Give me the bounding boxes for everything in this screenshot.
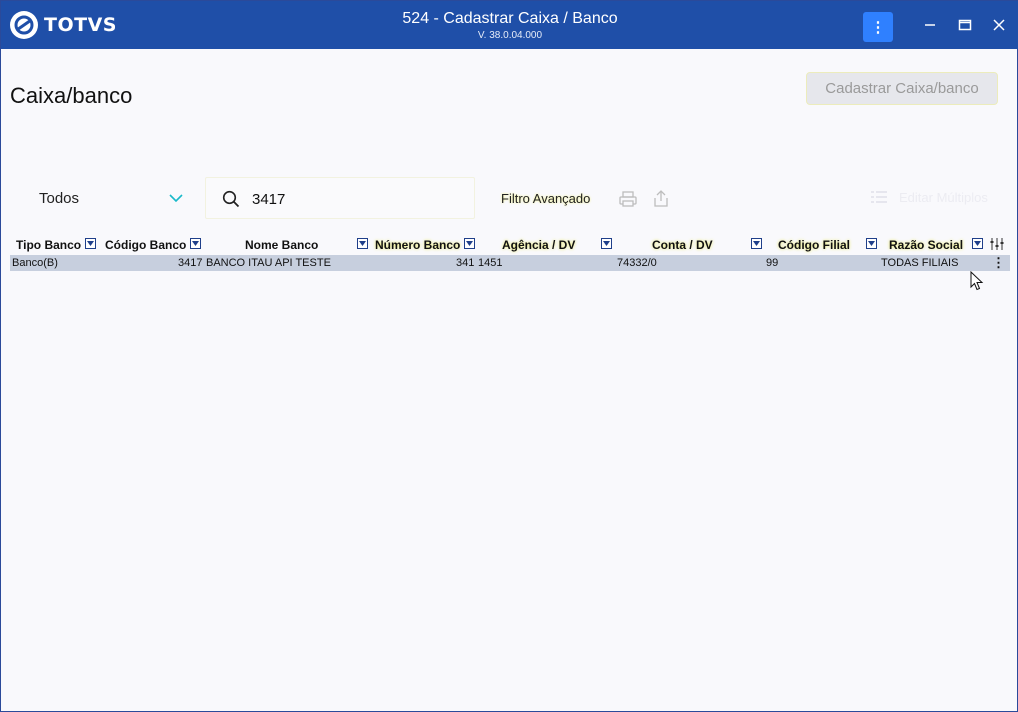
cell-codigo-banco: 3417	[178, 257, 203, 269]
cell-conta-dv: 74332/0	[617, 257, 657, 269]
chevron-down-icon	[169, 194, 183, 203]
filter-icon[interactable]	[85, 238, 96, 249]
cell-agencia-dv: 1451	[478, 257, 503, 269]
filter-icon[interactable]	[972, 238, 983, 249]
export-icon	[654, 190, 668, 207]
table-row[interactable]: Banco(B) 3417 BANCO ITAU API TESTE 341 1…	[10, 255, 1010, 271]
close-button[interactable]	[987, 13, 1011, 37]
status-filter-select[interactable]: Todos	[16, 177, 202, 219]
minimize-button[interactable]	[918, 13, 942, 37]
list-icon	[871, 191, 887, 203]
search-input[interactable]	[252, 188, 452, 210]
status-filter-value: Todos	[39, 189, 80, 207]
page-title: Caixa/banco	[10, 83, 133, 108]
column-header[interactable]: Código Filial	[778, 238, 850, 252]
print-icon	[619, 191, 637, 207]
title-bar: TOTVS 524 - Cadastrar Caixa / Banco V. 3…	[1, 1, 1018, 49]
column-header[interactable]: Número Banco	[375, 238, 460, 252]
search-icon[interactable]	[222, 190, 240, 208]
filter-icon[interactable]	[464, 238, 475, 249]
minimize-icon	[925, 24, 935, 26]
table-header: Tipo Banco Código Banco Nome Banco Númer…	[10, 235, 1010, 255]
column-settings-icon[interactable]	[990, 238, 1004, 250]
export-button[interactable]	[651, 189, 671, 209]
column-header[interactable]: Razão Social	[889, 238, 963, 252]
mouse-cursor-icon	[970, 271, 984, 291]
edit-multiple-label: Editar Múltiplos	[899, 189, 988, 205]
column-header[interactable]: Nome Banco	[245, 238, 318, 252]
kebab-icon: ⋮	[870, 19, 886, 36]
column-header[interactable]: Conta / DV	[652, 238, 713, 252]
cell-tipo-banco: Banco(B)	[12, 257, 58, 269]
column-header[interactable]: Agência / DV	[502, 238, 575, 252]
row-menu-icon[interactable]: ⋮	[992, 256, 1005, 270]
maximize-icon	[958, 19, 972, 31]
close-icon	[993, 19, 1005, 31]
app-menu-button[interactable]: ⋮	[863, 12, 893, 42]
column-header[interactable]: Tipo Banco	[16, 238, 81, 252]
cell-razao-social: TODAS FILIAIS	[881, 257, 959, 269]
maximize-button[interactable]	[953, 13, 977, 37]
app-window: TOTVS 524 - Cadastrar Caixa / Banco V. 3…	[0, 0, 1018, 712]
cell-codigo-filial: 99	[766, 257, 779, 269]
filter-icon[interactable]	[357, 238, 368, 249]
cash-bank-table: Tipo Banco Código Banco Nome Banco Númer…	[10, 235, 1010, 271]
filter-icon[interactable]	[601, 238, 612, 249]
print-button[interactable]	[618, 189, 638, 209]
advanced-filter-button[interactable]: Filtro Avançado	[501, 191, 590, 206]
cell-nome-banco: BANCO ITAU API TESTE	[206, 257, 331, 269]
column-header[interactable]: Código Banco	[105, 238, 186, 252]
filter-icon[interactable]	[866, 238, 877, 249]
add-cash-bank-button[interactable]: Cadastrar Caixa/banco	[806, 72, 998, 105]
cell-numero-banco: 341	[456, 257, 475, 269]
search-box	[205, 177, 475, 219]
filter-icon[interactable]	[190, 238, 201, 249]
edit-multiple-button[interactable]: Editar Múltiplos	[871, 187, 988, 207]
filter-icon[interactable]	[751, 238, 762, 249]
